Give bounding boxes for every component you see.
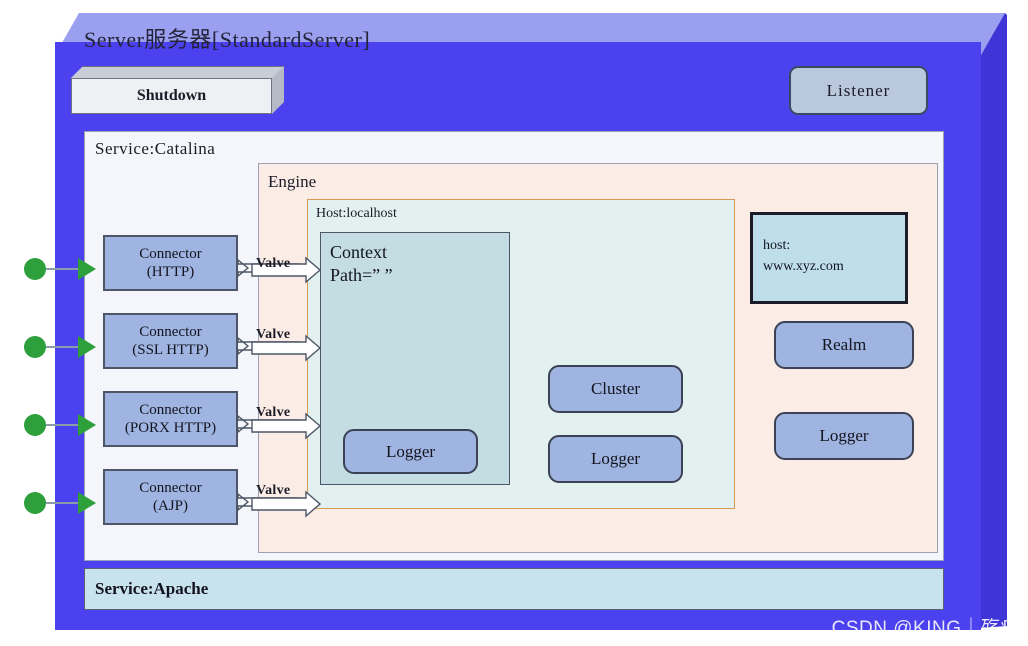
- host-localhost-panel: Host:localhost Context Path=” ” Logger C…: [307, 199, 735, 509]
- connector-ajp-line1: Connector: [139, 480, 202, 496]
- host-note-line2: www.xyz.com: [763, 259, 844, 274]
- connector-porx-http-line1: Connector: [139, 402, 202, 418]
- entry-point-dot-ssl: [24, 336, 46, 358]
- valve-label-http: Valve: [256, 256, 291, 271]
- listener-box[interactable]: Listener: [789, 66, 928, 115]
- entry-point-dot-http: [24, 258, 46, 280]
- realm-box[interactable]: Realm: [774, 321, 914, 369]
- connector-porx-http-line2: (PORX HTTP): [124, 420, 217, 436]
- server-title: Server服务器[StandardServer]: [84, 27, 371, 52]
- entry-arrow-http: [78, 258, 96, 280]
- service-catalina-label: Service:Catalina: [95, 139, 216, 158]
- cluster-box[interactable]: Cluster: [548, 365, 683, 413]
- connector-porx-http[interactable]: Connector (PORX HTTP): [103, 391, 238, 447]
- host-localhost-label: Host:localhost: [316, 206, 397, 221]
- engine-label: Engine: [268, 172, 317, 191]
- connector-ajp[interactable]: Connector (AJP): [103, 469, 238, 525]
- valve-label-ajp: Valve: [256, 483, 291, 498]
- host-note-text: host: www.xyz.com: [763, 235, 844, 277]
- host-note-line1: host:: [763, 238, 791, 253]
- entry-point-dot-porx: [24, 414, 46, 436]
- shutdown-label: Shutdown: [71, 78, 272, 114]
- entry-point-dot-ajp: [24, 492, 46, 514]
- host-note-box: host: www.xyz.com: [750, 212, 908, 304]
- connector-http[interactable]: Connector (HTTP): [103, 235, 238, 291]
- context-logger-box[interactable]: Logger: [343, 429, 478, 474]
- entry-arrow-porx: [78, 414, 96, 436]
- shutdown-block[interactable]: Shutdown: [71, 66, 284, 114]
- context-line2: Path=” ”: [330, 264, 393, 285]
- connector-ssl-http[interactable]: Connector (SSL HTTP): [103, 313, 238, 369]
- diagram-canvas: Server服务器[StandardServer] Shutdown Liste…: [0, 0, 1028, 646]
- connector-ajp-line2: (AJP): [152, 498, 188, 514]
- valve-label-ssl: Valve: [256, 327, 291, 342]
- connector-ssl-http-line2: (SSL HTTP): [132, 342, 209, 358]
- service-catalina-panel: Service:Catalina Connector (HTTP) Connec…: [84, 131, 944, 561]
- service-apache-label: Service:Apache: [95, 579, 209, 598]
- watermark: CSDN @KING｜殇痕: [831, 618, 1020, 639]
- host-logger-box[interactable]: Logger: [548, 435, 683, 483]
- context-box: Context Path=” ” Logger: [320, 232, 510, 485]
- entry-arrow-ajp: [78, 492, 96, 514]
- context-label: Context Path=” ”: [330, 241, 393, 286]
- engine-logger-box[interactable]: Logger: [774, 412, 914, 460]
- service-apache-panel: Service:Apache: [84, 568, 944, 610]
- connector-http-line2: (HTTP): [146, 264, 195, 280]
- connector-ssl-http-line1: Connector: [139, 324, 202, 340]
- valve-label-porx: Valve: [256, 405, 291, 420]
- entry-arrow-ssl: [78, 336, 96, 358]
- context-line1: Context: [330, 242, 387, 262]
- server-box-right-face: [981, 13, 1007, 628]
- connector-http-line1: Connector: [139, 246, 202, 262]
